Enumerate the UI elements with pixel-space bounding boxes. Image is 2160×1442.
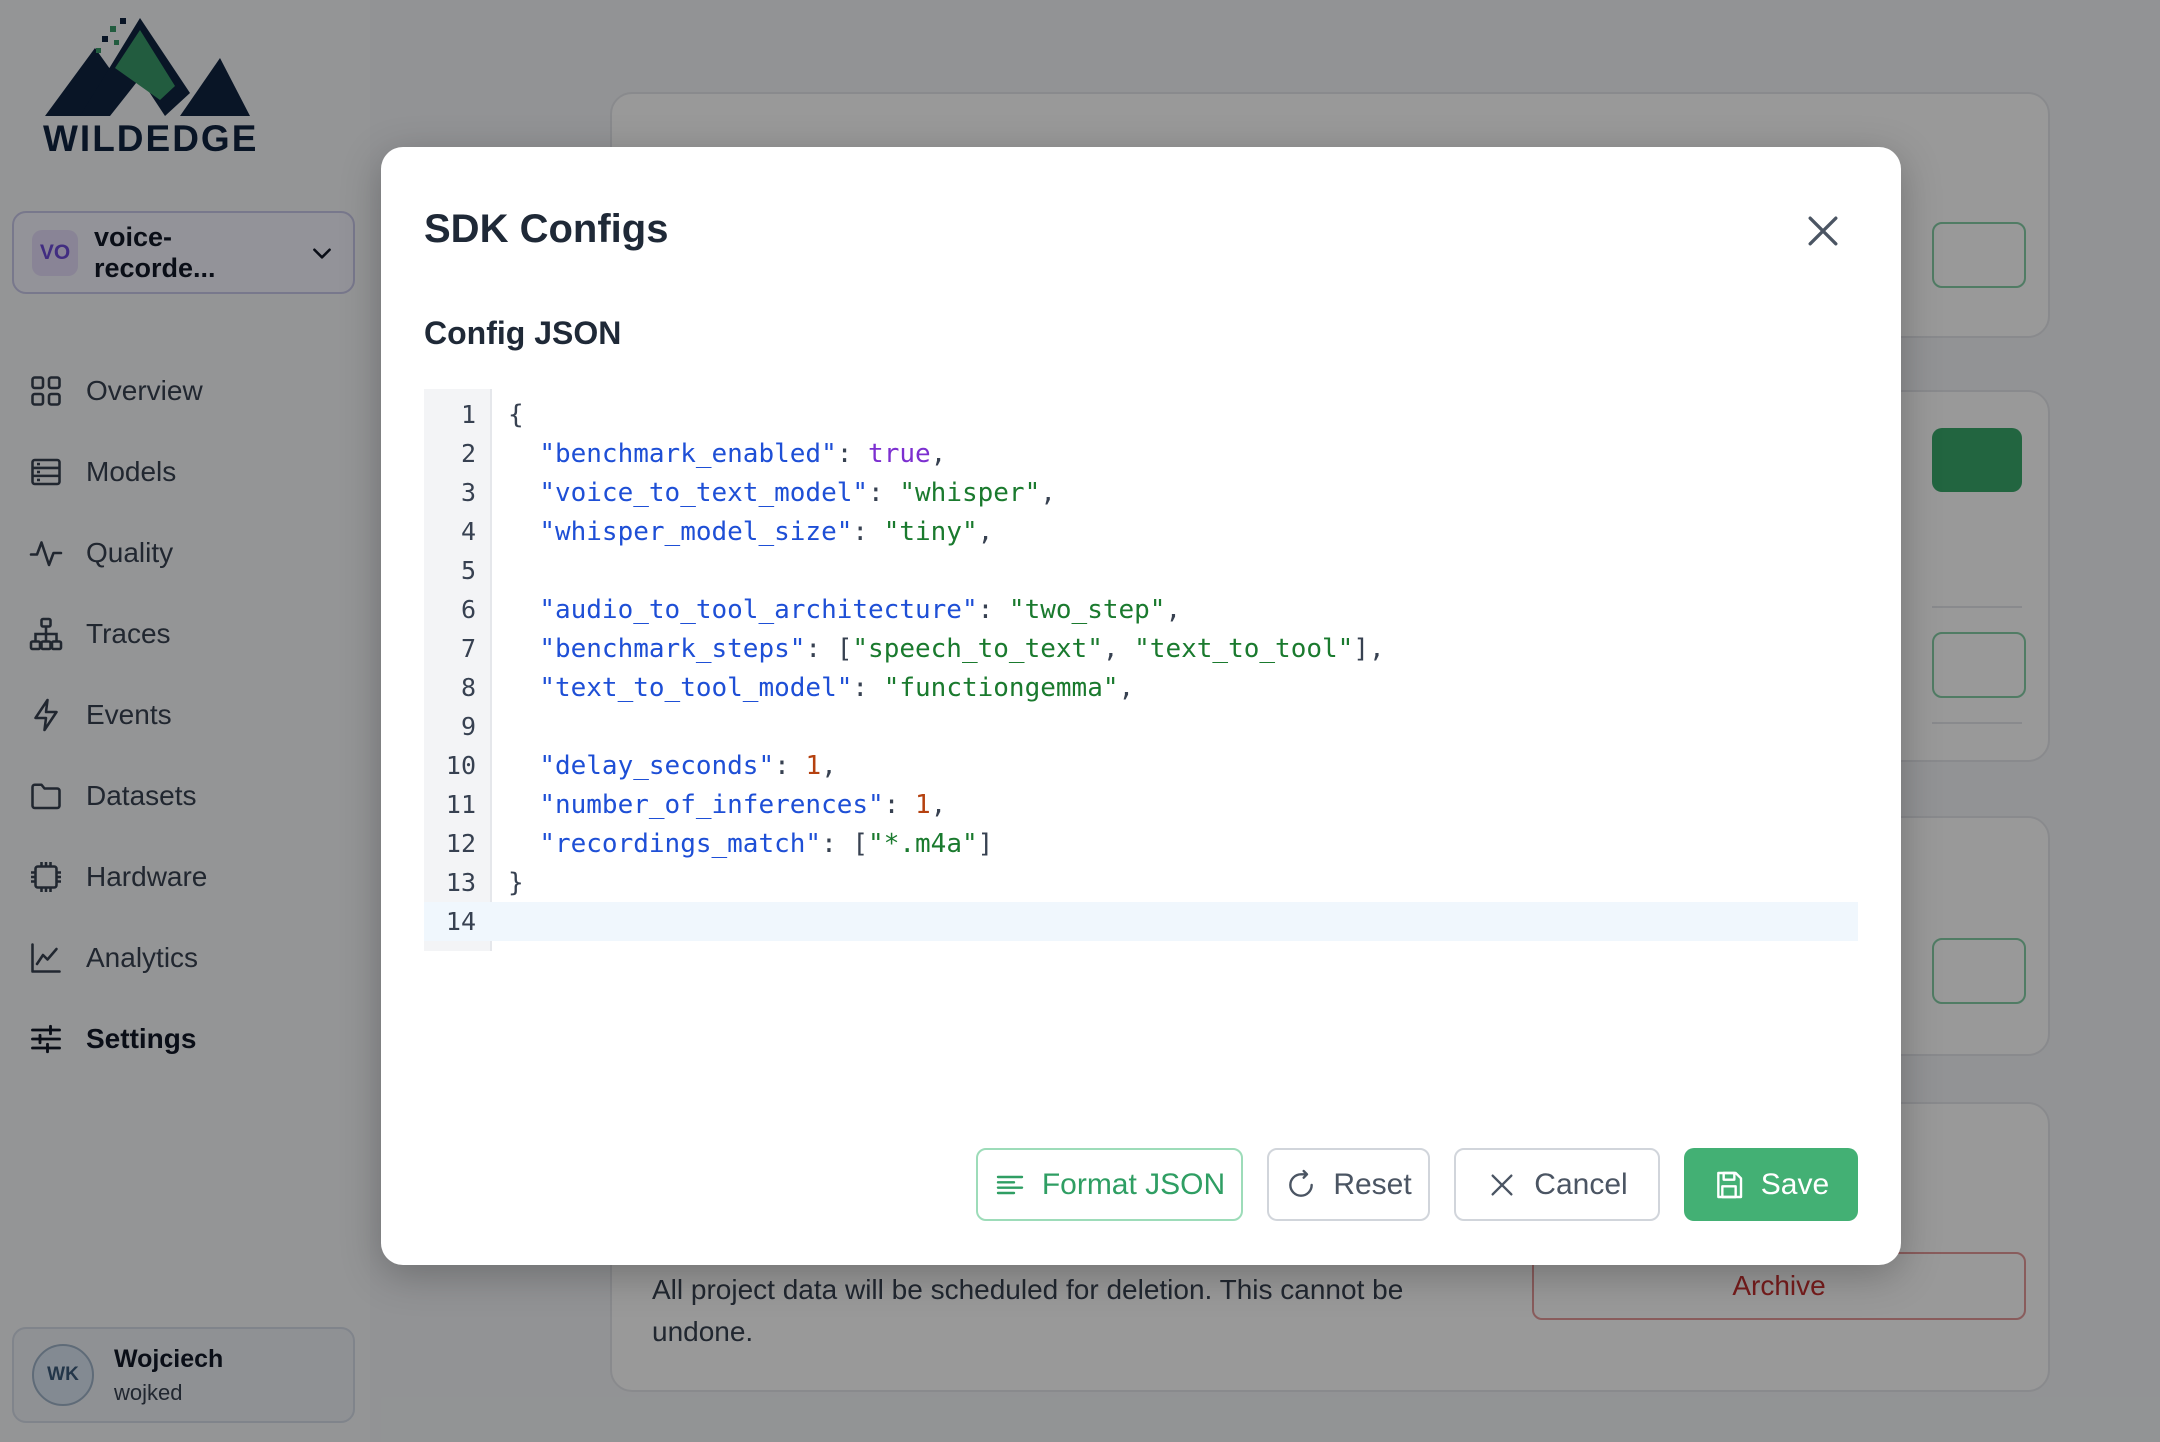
line-number: 7 (460, 634, 476, 663)
editor-line[interactable]: 10 "delay_seconds": 1, (424, 746, 1858, 785)
save-button[interactable]: Save (1684, 1148, 1858, 1221)
reset-button[interactable]: Reset (1267, 1148, 1430, 1221)
code-text: "voice_to_text_model": "whisper", (539, 477, 1056, 508)
close-icon[interactable] (1801, 209, 1845, 253)
editor-line[interactable]: 1{ (424, 395, 1858, 434)
editor-line[interactable]: 11 "number_of_inferences": 1, (424, 785, 1858, 824)
editor-line[interactable]: 5 (424, 551, 1858, 590)
line-number: 13 (445, 868, 476, 897)
line-number: 8 (460, 673, 476, 702)
cancel-label: Cancel (1534, 1167, 1628, 1201)
format-json-button[interactable]: Format JSON (976, 1148, 1243, 1221)
line-number: 9 (460, 712, 476, 741)
line-number: 3 (460, 478, 476, 507)
cancel-button[interactable]: Cancel (1454, 1148, 1660, 1221)
line-number: 4 (460, 517, 476, 546)
x-icon (1491, 1173, 1513, 1196)
line-number: 14 (445, 907, 476, 936)
editor-line[interactable]: 4 "whisper_model_size": "tiny", (424, 512, 1858, 551)
editor-line[interactable]: 9 (424, 707, 1858, 746)
editor-line[interactable]: 2 "benchmark_enabled": true, (424, 434, 1858, 473)
line-number: 5 (460, 556, 476, 585)
line-number: 1 (460, 400, 476, 429)
line-number: 11 (445, 790, 476, 819)
format-json-label: Format JSON (1041, 1167, 1226, 1201)
editor-line[interactable]: 12 "recordings_match": ["*.m4a"] (424, 824, 1858, 863)
line-number: 10 (445, 751, 476, 780)
code-text: } (508, 867, 524, 898)
rotate-cw-icon (1289, 1169, 1314, 1197)
align-left-icon (996, 1175, 1024, 1194)
line-number: 12 (445, 829, 476, 858)
code-text: "delay_seconds": 1, (539, 750, 837, 781)
modal-title: SDK Configs (424, 207, 669, 251)
editor-line[interactable]: 7 "benchmark_steps": ["speech_to_text", … (424, 629, 1858, 668)
editor-line[interactable]: 6 "audio_to_tool_architecture": "two_ste… (424, 590, 1858, 629)
code-text: "text_to_tool_model": "functiongemma", (539, 672, 1135, 703)
save-label: Save (1760, 1167, 1830, 1201)
line-number: 6 (460, 595, 476, 624)
code-text: "recordings_match": ["*.m4a"] (539, 828, 994, 859)
json-code-editor[interactable]: 1{2 "benchmark_enabled": true, 3 "voice_t… (424, 389, 1858, 951)
code-text: "benchmark_steps": ["speech_to_text", "t… (539, 633, 1385, 664)
config-json-label: Config JSON (424, 315, 622, 351)
line-number: 2 (460, 439, 476, 468)
reset-label: Reset (1333, 1167, 1412, 1201)
editor-line[interactable]: 3 "voice_to_text_model": "whisper", (424, 473, 1858, 512)
code-text: "whisper_model_size": "tiny", (539, 516, 994, 547)
editor-line[interactable]: 14 (424, 902, 1858, 941)
code-text: { (508, 399, 524, 430)
sdk-configs-modal: SDK Configs Config JSON 1{2 "benchmark_e… (381, 147, 1901, 1265)
save-icon (1716, 1171, 1742, 1198)
code-text: "benchmark_enabled": true, (539, 438, 947, 469)
code-text: "number_of_inferences": 1, (539, 789, 947, 820)
editor-line[interactable]: 13} (424, 863, 1858, 902)
code-text: "audio_to_tool_architecture": "two_step"… (539, 594, 1182, 625)
editor-line[interactable]: 8 "text_to_tool_model": "functiongemma", (424, 668, 1858, 707)
